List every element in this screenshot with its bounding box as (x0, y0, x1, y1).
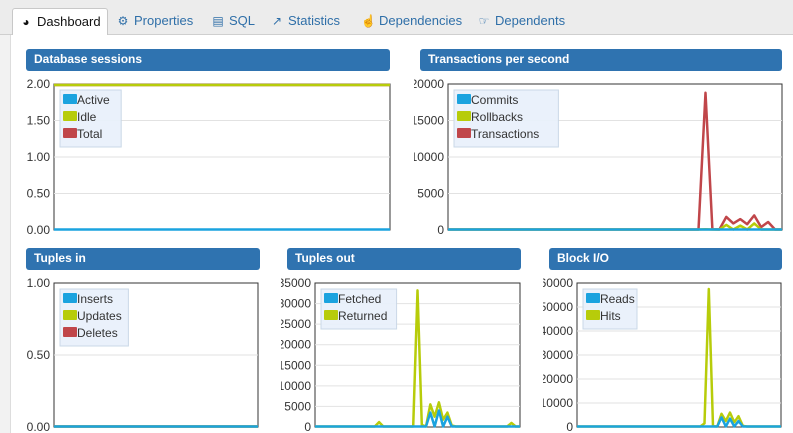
y-tick-label: 0 (566, 420, 573, 433)
y-tick-label: 1.50 (27, 114, 51, 128)
legend-label: Rollbacks (471, 110, 523, 124)
legend-swatch-fetched (324, 293, 338, 303)
legend-label: Transactions (471, 127, 539, 141)
tab-label: SQL (229, 13, 256, 28)
y-tick-label: 30000 (543, 348, 573, 362)
legend-label: Deletes (77, 326, 118, 340)
tab-dashboard[interactable]: ◕ Dashboard (12, 8, 108, 36)
legend-swatch-inserts (63, 293, 77, 303)
chart-tuples-in: 0.00 0.50 1.00 Inserts Updates Deletes (27, 276, 259, 433)
y-tick-label: 20000 (543, 372, 573, 386)
y-tick-label: 40000 (543, 324, 573, 338)
y-tick-label: 0.50 (27, 187, 51, 201)
legend-label: Returned (338, 309, 387, 323)
panel-title-tuples-out: Tuples out (287, 248, 521, 270)
line-chart-icon: ↗ (271, 14, 283, 28)
y-tick-label: 25000 (281, 317, 311, 331)
tab-bar: ◕ Dashboard ⚙ Properties ▤ SQL ↗ Statistics … (0, 0, 793, 36)
legend-swatch-deletes (63, 327, 77, 337)
y-tick-label: 0.00 (27, 420, 51, 433)
legend-label: Fetched (338, 292, 381, 306)
legend-swatch-total (63, 128, 77, 138)
tab-label: Dashboard (37, 14, 101, 29)
legend-swatch-commits (457, 94, 471, 104)
legend-label: Active (77, 93, 110, 107)
y-tick-label: 5000 (417, 187, 444, 201)
y-tick-label: 10000 (414, 150, 444, 164)
legend-swatch-active (63, 94, 77, 104)
y-tick-label: 2.00 (27, 77, 51, 91)
y-tick-label: 5000 (284, 399, 311, 413)
legend-swatch-rollbacks (457, 111, 471, 121)
pointer-hand-icon: ☝ (361, 14, 376, 28)
tab-dependencies[interactable]: ☝ Dependencies (361, 9, 462, 33)
tab-sql[interactable]: ▤ SQL (211, 9, 255, 33)
y-tick-label: 20000 (414, 77, 444, 91)
y-tick-label: 0 (304, 420, 311, 433)
chart-tuples-out: 0 5000 10000 15000 20000 25000 30000 35000 Fetch… (281, 276, 521, 433)
gears-icon: ⚙ (117, 14, 129, 28)
panel-title-sessions: Database sessions (26, 49, 390, 71)
y-tick-label: 10000 (543, 396, 573, 410)
legend-swatch-idle (63, 111, 77, 121)
legend-label: Inserts (77, 292, 113, 306)
y-tick-label: 10000 (281, 379, 311, 393)
legend-swatch-transactions (457, 128, 471, 138)
legend-swatch-reads (586, 293, 600, 303)
y-tick-label: 1.00 (27, 150, 51, 164)
legend-label: Total (77, 127, 102, 141)
dashboard-icon: ◕ (22, 15, 30, 29)
legend-label: Reads (600, 292, 635, 306)
panel-title-tuples-in: Tuples in (26, 248, 260, 270)
y-tick-label: 0 (437, 223, 444, 236)
tab-label: Properties (134, 13, 194, 28)
panel-title-block-io: Block I/O (549, 248, 782, 270)
y-tick-label: 15000 (281, 358, 311, 372)
legend-label: Updates (77, 309, 122, 323)
y-tick-label: 20000 (281, 338, 311, 352)
y-tick-label: 50000 (543, 300, 573, 314)
y-tick-label: 35000 (281, 276, 311, 290)
tab-label: Statistics (288, 13, 341, 28)
chart-block-io: 0 10000 20000 30000 40000 50000 60000 Reads Hits (543, 276, 782, 433)
document-icon: ▤ (212, 14, 224, 28)
y-tick-label: 60000 (543, 276, 573, 290)
chart-database-sessions: 0.00 0.50 1.00 1.50 2.00 Active Idle Total (27, 77, 391, 236)
y-tick-label: 1.00 (27, 276, 51, 290)
chart-transactions-per-second: 0 5000 10000 15000 20000 Commits Rollbacks Tran… (414, 77, 783, 236)
y-tick-label: 0.00 (27, 223, 51, 236)
legend-label: Idle (77, 110, 97, 124)
tab-statistics[interactable]: ↗ Statistics (270, 9, 340, 33)
y-tick-label: 0.50 (27, 348, 51, 362)
legend-swatch-updates (63, 310, 77, 320)
hand-icon: ☞ (478, 14, 490, 28)
tab-label: Dependents (495, 13, 566, 28)
y-tick-label: 15000 (414, 114, 444, 128)
legend-swatch-returned (324, 310, 338, 320)
tab-label: Dependencies (379, 13, 463, 28)
legend-label: Commits (471, 93, 518, 107)
legend-swatch-hits (586, 310, 600, 320)
tab-dependents[interactable]: ☞ Dependents (477, 9, 566, 33)
legend-label: Hits (600, 309, 621, 323)
panel-title-tps: Transactions per second (420, 49, 782, 71)
tab-properties[interactable]: ⚙ Properties (116, 9, 194, 33)
y-tick-label: 30000 (281, 297, 311, 311)
